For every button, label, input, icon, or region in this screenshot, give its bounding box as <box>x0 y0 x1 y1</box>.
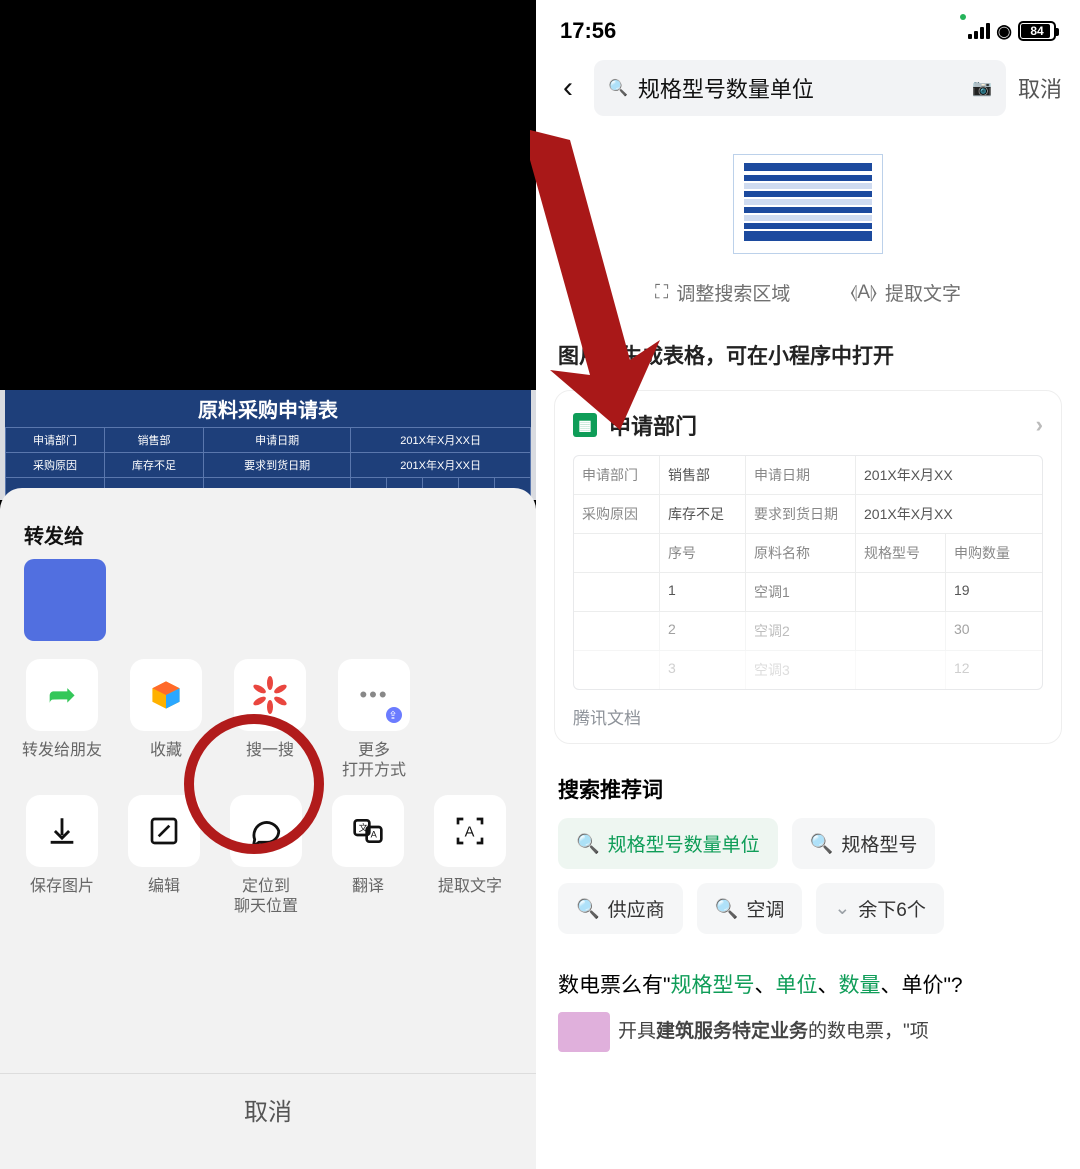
chip-row-1: 🔍规格型号数量单位 🔍规格型号 <box>536 818 1080 883</box>
excel-icon: ▦ <box>573 413 597 437</box>
status-time: 17:56 <box>560 18 616 44</box>
chip-spec[interactable]: 🔍规格型号 <box>792 818 936 869</box>
chevron-down-icon: ⌄ <box>834 897 850 920</box>
chevron-right-icon: › <box>1036 412 1043 438</box>
recommend-title: 搜索推荐词 <box>536 744 1080 818</box>
signal-icon <box>968 23 990 39</box>
notification-dot-icon <box>960 14 966 20</box>
generated-table-message: 图片已生成表格，可在小程序中打开 <box>536 316 1080 384</box>
crop-icon: ⛶ <box>655 282 668 304</box>
share-arrow-icon: ➦ <box>48 675 77 715</box>
action-row-2: 保存图片 编辑 定位到 聊天位置 文A 翻译 A 提取文字 <box>0 795 536 917</box>
search-sou-button[interactable]: 搜一搜 <box>226 659 314 781</box>
chat-bubble-icon <box>230 795 302 867</box>
svg-text:A: A <box>465 824 475 840</box>
translate-icon: 文A <box>332 795 404 867</box>
search-input[interactable]: 🔍 规格型号数量单位 📷 <box>594 60 1006 116</box>
ocr-small-icon: ⦉A⦊ <box>850 282 877 304</box>
sou-star-icon <box>234 659 306 731</box>
svg-text:A: A <box>371 830 378 840</box>
action-row-1: ➦ 转发给朋友 收藏 搜一搜 •••⇪ 更多 打开方式 <box>0 659 536 781</box>
sheet-cancel-button[interactable]: 取消 <box>0 1064 536 1145</box>
svg-text:文: 文 <box>359 822 368 833</box>
translate-button[interactable]: 文A 翻译 <box>324 795 412 917</box>
share-sheet: 转发给 ➦ 转发给朋友 收藏 搜一搜 •••⇪ <box>0 488 536 1169</box>
result-thumb-icon <box>558 1012 610 1052</box>
card-title: 申请部门 <box>609 409 697 441</box>
extract-text-link[interactable]: ⦉A⦊提取文字 <box>850 279 961 306</box>
more-open-with-button[interactable]: •••⇪ 更多 打开方式 <box>330 659 418 781</box>
magnifier-small-icon: 🔍 <box>715 897 739 921</box>
back-chevron-icon[interactable]: ‹ <box>554 71 582 105</box>
cube-icon <box>130 659 202 731</box>
chip-primary[interactable]: 🔍规格型号数量单位 <box>558 818 778 869</box>
forward-contacts <box>0 559 536 659</box>
magnifier-small-icon: 🔍 <box>576 832 600 856</box>
image-viewer-background <box>0 0 536 390</box>
doc-title: 原料采购申请表 <box>5 390 531 427</box>
search-cancel-button[interactable]: 取消 <box>1018 72 1062 104</box>
adjust-crop-button[interactable]: ⛶调整搜索区域 <box>655 279 790 306</box>
source-image-thumbnail[interactable] <box>733 154 883 254</box>
download-icon <box>26 795 98 867</box>
result-title: 数电票么有"规格型号、单位、数量、单价"? <box>558 968 1058 1004</box>
magnifier-icon: 🔍 <box>608 78 628 98</box>
wifi-icon: ◉ <box>996 21 1012 42</box>
more-dots-icon: •••⇪ <box>338 659 410 731</box>
magnifier-small-icon: 🔍 <box>810 832 834 856</box>
generated-table-card[interactable]: ▦ 申请部门 › 申请部门销售部申请日期201X年X月XX 采购原因库存不足要求… <box>554 390 1062 744</box>
edit-icon <box>128 795 200 867</box>
image-thumbnail-area <box>536 154 1080 259</box>
ocr-icon: A <box>434 795 506 867</box>
chip-row-2: 🔍供应商 🔍空调 ⌄余下6个 <box>536 883 1080 948</box>
forward-section-title: 转发给 <box>0 506 536 559</box>
chip-supplier[interactable]: 🔍供应商 <box>558 883 683 934</box>
favorite-button[interactable]: 收藏 <box>122 659 210 781</box>
magnifier-small-icon: 🔍 <box>576 897 600 921</box>
contact-avatar[interactable] <box>24 559 106 641</box>
search-bar: ‹ 🔍 规格型号数量单位 📷 取消 <box>536 52 1080 126</box>
chip-more[interactable]: ⌄余下6个 <box>816 883 944 934</box>
forward-to-friends-button[interactable]: ➦ 转发给朋友 <box>18 659 106 781</box>
search-query-text: 规格型号数量单位 <box>638 72 962 104</box>
status-icons: ◉ 84 <box>956 21 1056 42</box>
right-search-panel: 17:56 ◉ 84 ‹ 🔍 规格型号数量单位 📷 取消 ⛶调整搜索区域 ⦉A⦊… <box>536 0 1080 1169</box>
extract-text-button[interactable]: A 提取文字 <box>426 795 514 917</box>
status-bar: 17:56 ◉ 84 <box>536 0 1080 52</box>
locate-in-chat-button[interactable]: 定位到 聊天位置 <box>222 795 310 917</box>
save-image-button[interactable]: 保存图片 <box>18 795 106 917</box>
result-snippet: 开具建筑服务特定业务的数电票，"项 <box>558 1012 1058 1052</box>
left-share-panel: 原料采购申请表 申请部门 销售部 申请日期 201X年X月XX日 采购原因 库存… <box>0 0 536 1169</box>
thumb-actions: ⛶调整搜索区域 ⦉A⦊提取文字 <box>536 279 1080 306</box>
card-header: ▦ 申请部门 › <box>573 409 1043 441</box>
battery-icon: 84 <box>1018 21 1056 41</box>
generated-table: 申请部门销售部申请日期201X年X月XX 采购原因库存不足要求到货日期201X年… <box>573 455 1043 690</box>
document-preview: 原料采购申请表 申请部门 销售部 申请日期 201X年X月XX日 采购原因 库存… <box>0 390 536 500</box>
edit-button[interactable]: 编辑 <box>120 795 208 917</box>
camera-icon[interactable]: 📷 <box>972 78 992 98</box>
search-result-item[interactable]: 数电票么有"规格型号、单位、数量、单价"? 开具建筑服务特定业务的数电票，"项 <box>536 948 1080 1052</box>
card-footer-source: 腾讯文档 <box>573 704 1043 729</box>
chip-aircon[interactable]: 🔍空调 <box>697 883 803 934</box>
